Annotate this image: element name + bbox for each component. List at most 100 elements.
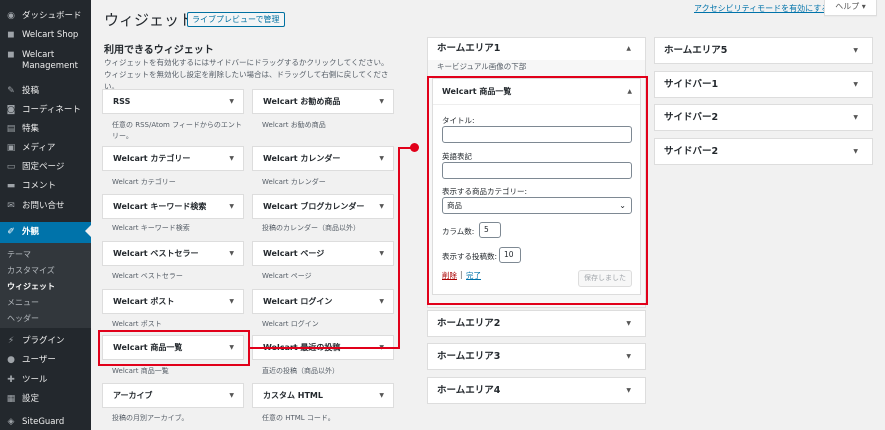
menu-dashboard[interactable]: ◉ ダッシュボード (0, 11, 91, 22)
arrow-down-icon[interactable]: ▼ (229, 290, 234, 313)
media-icon: ▣ (6, 143, 16, 153)
arrow-down-icon[interactable]: ▼ (626, 378, 631, 403)
arrow-down-icon[interactable]: ▼ (379, 90, 384, 113)
appearance-submenu: テーマ カスタマイズ ウィジェット メニュー ヘッダー (0, 243, 91, 328)
menu-comments[interactable]: ▬ コメント (0, 181, 91, 192)
menu-welcart-shop[interactable]: ◼ Welcart Shop (0, 30, 91, 41)
arrow-down-icon[interactable]: ▼ (379, 242, 384, 265)
area-title: ホームエリア2 (437, 318, 501, 329)
widget-archive[interactable]: アーカイブ ▼ (102, 383, 244, 408)
area-description: キービジュアル画像の下部 (437, 62, 527, 71)
widget-keyword-search[interactable]: Welcart キーワード検索 ▼ (102, 194, 244, 219)
menu-users[interactable]: ● ユーザー (0, 355, 91, 366)
widget-description: Welcart ベストセラー (112, 272, 183, 280)
menu-media[interactable]: ▣ メディア (0, 143, 91, 154)
area-title: ホームエリア4 (437, 385, 501, 396)
menu-label: 設定 (22, 394, 40, 404)
widget-description: Welcart 商品一覧 (112, 367, 169, 375)
arrow-down-icon[interactable]: ▼ (229, 147, 234, 170)
arrow-down-icon[interactable]: ▼ (229, 90, 234, 113)
widget-description: 投稿の月別アーカイブ。 (112, 414, 189, 422)
menu-plugins[interactable]: ⚡ プラグイン (0, 336, 91, 347)
arrow-down-icon[interactable]: ▼ (379, 384, 384, 407)
widget-bestseller[interactable]: Welcart ベストセラー ▼ (102, 241, 244, 266)
menu-tools[interactable]: ✚ ツール (0, 375, 91, 386)
arrow-down-icon[interactable]: ▼ (379, 147, 384, 170)
arrow-down-icon[interactable]: ▼ (229, 195, 234, 218)
area-title: サイドバー2 (664, 112, 719, 123)
arrow-down-icon[interactable]: ▼ (853, 38, 858, 63)
sidebar-sidebar-2[interactable]: サイドバー2 ▼ (654, 104, 873, 131)
widget-title: Welcart ポスト (113, 297, 175, 306)
management-icon: ◼ (7, 50, 15, 60)
widget-title: Welcart ベストセラー (113, 249, 199, 258)
widget-title: Welcart カテゴリー (113, 154, 191, 163)
menu-pages[interactable]: ▭ 固定ページ (0, 162, 91, 173)
widget-rss[interactable]: RSS ▼ (102, 89, 244, 114)
widget-recommended-items[interactable]: Welcart お勧め商品 ▼ (252, 89, 394, 114)
home-area-1-header[interactable]: ホームエリア1 ▲ (428, 38, 645, 60)
menu-label: ツール (22, 375, 48, 385)
menu-label: コメント (22, 181, 57, 191)
arrow-down-icon[interactable]: ▼ (379, 290, 384, 313)
menu-label: ユーザー (22, 355, 56, 365)
widget-title: カスタム HTML (263, 391, 323, 400)
widget-calendar[interactable]: Welcart カレンダー ▼ (252, 146, 394, 171)
widget-description: Welcart ログイン (262, 320, 319, 328)
sidebar-sidebar-2-second[interactable]: サイドバー2 ▼ (654, 138, 873, 165)
widget-custom-html[interactable]: カスタム HTML ▼ (252, 383, 394, 408)
help-tab[interactable]: ヘルプ ▾ (824, 0, 877, 16)
manage-live-preview-button[interactable]: ライブプレビューで管理 (187, 12, 285, 27)
sidebar-home-area-4[interactable]: ホームエリア4 ▼ (427, 377, 646, 404)
arrow-down-icon[interactable]: ▼ (626, 311, 631, 336)
area-title: ホームエリア3 (437, 351, 501, 362)
arrow-down-icon[interactable]: ▼ (229, 384, 234, 407)
sidebar-sidebar-1[interactable]: サイドバー1 ▼ (654, 71, 873, 98)
widget-login[interactable]: Welcart ログイン ▼ (252, 289, 394, 314)
arrow-down-icon[interactable]: ▼ (853, 139, 858, 164)
menu-label: メディア (22, 143, 56, 153)
annotation-target-highlight (427, 76, 648, 305)
menu-feature[interactable]: ▤ 特集 (0, 124, 91, 135)
arrow-up-icon[interactable]: ▲ (626, 38, 631, 60)
submenu-theme[interactable]: テーマ (7, 250, 31, 260)
area-title: サイドバー1 (664, 79, 719, 90)
comment-icon: ▬ (6, 181, 16, 191)
menu-label: プラグイン (22, 336, 65, 346)
sidebar-home-area-2[interactable]: ホームエリア2 ▼ (427, 310, 646, 337)
menu-appearance[interactable]: ✐ 外観 (0, 222, 91, 243)
area-title: サイドバー2 (664, 146, 719, 157)
menu-posts[interactable]: ✎ 投稿 (0, 86, 91, 97)
arrow-down-icon[interactable]: ▼ (853, 105, 858, 130)
widget-category[interactable]: Welcart カテゴリー ▼ (102, 146, 244, 171)
widget-title: アーカイブ (113, 391, 153, 400)
arrow-down-icon[interactable]: ▼ (853, 72, 858, 97)
arrow-down-icon[interactable]: ▼ (626, 344, 631, 369)
menu-coordinate[interactable]: ◙ コーディネート (0, 105, 91, 116)
active-menu-arrow (85, 225, 91, 237)
widget-description: Welcart カテゴリー (112, 178, 176, 186)
menu-settings[interactable]: ▦ 設定 (0, 394, 91, 405)
widget-post[interactable]: Welcart ポスト ▼ (102, 289, 244, 314)
widget-description: Welcart キーワード検索 (112, 224, 190, 232)
submenu-widgets[interactable]: ウィジェット (7, 282, 55, 292)
widget-blog-calendar[interactable]: Welcart ブログカレンダー ▼ (252, 194, 394, 219)
submenu-customize[interactable]: カスタマイズ (7, 266, 55, 276)
accessibility-mode-link[interactable]: アクセシビリティモードを有効にする (694, 3, 829, 14)
widget-title: Welcart お勧め商品 (263, 97, 341, 106)
submenu-header[interactable]: ヘッダー (7, 314, 39, 324)
widget-title: Welcart キーワード検索 (113, 202, 207, 211)
arrow-down-icon[interactable]: ▼ (229, 242, 234, 265)
user-icon: ● (7, 355, 15, 365)
menu-welcart-management[interactable]: ◼ Welcart Management (0, 50, 91, 72)
menu-contact[interactable]: ✉ お問い合せ (0, 201, 91, 212)
menu-label: Welcart Management (22, 50, 78, 71)
submenu-menus[interactable]: メニュー (7, 298, 39, 308)
sidebar-home-area-3[interactable]: ホームエリア3 ▼ (427, 343, 646, 370)
widget-page[interactable]: Welcart ページ ▼ (252, 241, 394, 266)
sidebar-home-area-5[interactable]: ホームエリア5 ▼ (654, 37, 873, 64)
feature-icon: ▤ (6, 124, 16, 134)
menu-siteguard[interactable]: ◈ SiteGuard (0, 417, 91, 428)
arrow-down-icon[interactable]: ▼ (379, 195, 384, 218)
menu-label: 投稿 (22, 86, 40, 96)
